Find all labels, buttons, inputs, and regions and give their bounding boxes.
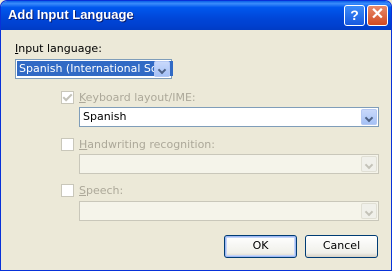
chevron-down-icon[interactable] — [361, 109, 377, 125]
cancel-button[interactable]: Cancel — [305, 235, 378, 258]
close-icon: ✕ — [370, 6, 385, 23]
title-bar[interactable]: Add Input Language ? ✕ — [1, 1, 391, 30]
input-language-value: Spanish (International Sort) — [17, 61, 173, 76]
window-title: Add Input Language — [8, 7, 134, 22]
keyboard-layout-checkbox[interactable] — [61, 91, 74, 104]
keyboard-layout-label: Keyboard layout/IME: — [79, 91, 196, 104]
add-input-language-dialog: Add Input Language ? ✕ Input language: S… — [0, 0, 392, 271]
handwriting-recognition-dropdown[interactable] — [79, 154, 379, 174]
handwriting-recognition-label: Handwriting recognition: — [79, 138, 215, 151]
keyboard-layout-dropdown[interactable]: Spanish — [79, 107, 379, 127]
help-icon: ? — [350, 7, 359, 23]
help-button[interactable]: ? — [344, 5, 365, 26]
chevron-down-icon[interactable] — [361, 203, 377, 219]
ok-button[interactable]: OK — [224, 235, 297, 258]
speech-label: Speech: — [79, 184, 124, 197]
close-button[interactable]: ✕ — [367, 5, 388, 26]
input-language-label: Input language: — [15, 42, 102, 55]
speech-dropdown[interactable] — [79, 201, 379, 221]
keyboard-layout-value: Spanish — [83, 110, 127, 123]
chevron-down-icon[interactable] — [154, 61, 170, 77]
input-language-dropdown[interactable]: Spanish (International Sort) — [15, 59, 173, 79]
speech-checkbox[interactable] — [61, 184, 74, 197]
chevron-down-icon[interactable] — [361, 156, 377, 172]
handwriting-recognition-checkbox[interactable] — [61, 138, 74, 151]
